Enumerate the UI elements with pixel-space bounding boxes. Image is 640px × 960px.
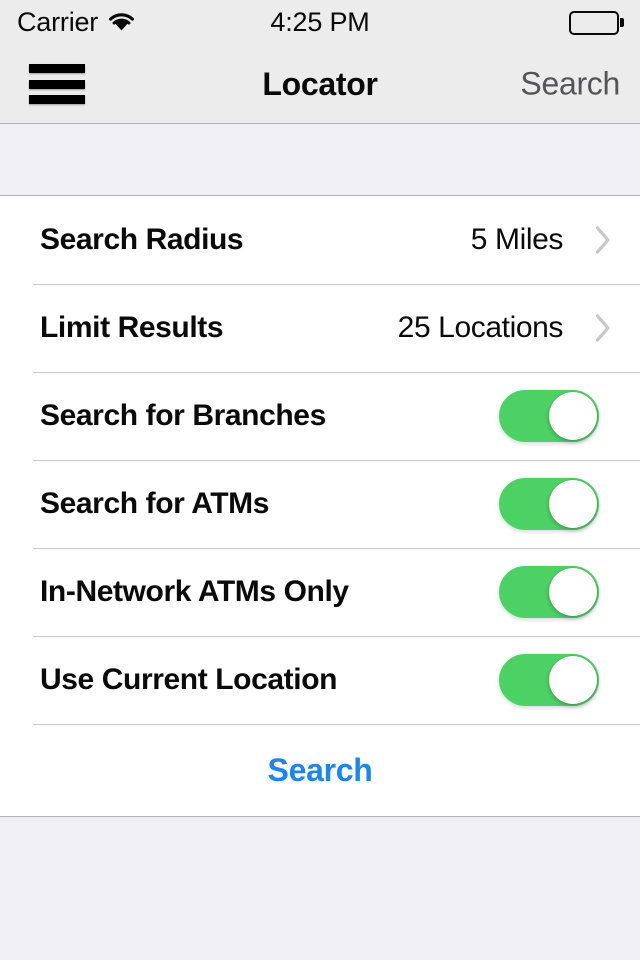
- status-bar-time: 4:25 PM: [270, 7, 370, 37]
- toggle-knob: [549, 392, 597, 440]
- status-bar: Carrier 4:25 PM: [0, 0, 640, 45]
- navigation-bar: Locator Search: [0, 45, 640, 124]
- toggle-knob: [549, 480, 597, 528]
- chevron-right-icon: [595, 225, 612, 255]
- toggle-knob: [549, 568, 597, 616]
- app-screen: Carrier 4:25 PM Locator Search Search Ra…: [0, 0, 640, 960]
- battery-cap: [620, 18, 624, 27]
- chevron-right-icon: [595, 313, 612, 343]
- row-accessory: 5 Miles: [471, 223, 620, 257]
- row-label: Search Radius: [40, 223, 244, 256]
- section-header-spacer: [0, 124, 640, 196]
- toggle-search-for-atms[interactable]: [499, 478, 599, 530]
- row-value: 25 Locations: [397, 311, 564, 344]
- row-label: Search for Branches: [40, 399, 326, 432]
- row-label: Use Current Location: [40, 663, 338, 696]
- row-accessory: [499, 566, 620, 618]
- settings-table: Search Radius 5 Miles Limit Results 25 L…: [0, 196, 640, 817]
- row-accessory: [499, 390, 620, 442]
- row-label: In-Network ATMs Only: [40, 575, 349, 608]
- nav-search-button[interactable]: Search: [520, 66, 620, 103]
- row-label: Limit Results: [40, 311, 224, 344]
- row-limit-results[interactable]: Limit Results 25 Locations: [0, 284, 640, 372]
- row-in-network-atms-only[interactable]: In-Network ATMs Only: [0, 548, 640, 636]
- battery-full-icon: [568, 10, 619, 35]
- toggle-knob: [549, 656, 597, 704]
- toggle-search-for-branches[interactable]: [499, 390, 599, 442]
- search-submit-button[interactable]: Search: [268, 752, 373, 789]
- row-accessory: [499, 478, 620, 530]
- row-accessory: 25 Locations: [398, 311, 620, 345]
- page-background-fill: [0, 817, 640, 960]
- toggle-in-network-atms-only[interactable]: [499, 566, 599, 618]
- row-search-radius[interactable]: Search Radius 5 Miles: [0, 196, 640, 284]
- row-value: 5 Miles: [470, 223, 564, 256]
- row-accessory: [499, 654, 620, 706]
- search-submit-row[interactable]: Search: [0, 724, 640, 816]
- row-search-for-atms[interactable]: Search for ATMs: [0, 460, 640, 548]
- row-label: Search for ATMs: [40, 487, 270, 520]
- toggle-use-current-location[interactable]: [499, 654, 599, 706]
- status-bar-right: [568, 10, 624, 35]
- row-use-current-location[interactable]: Use Current Location: [0, 636, 640, 724]
- row-search-for-branches[interactable]: Search for Branches: [0, 372, 640, 460]
